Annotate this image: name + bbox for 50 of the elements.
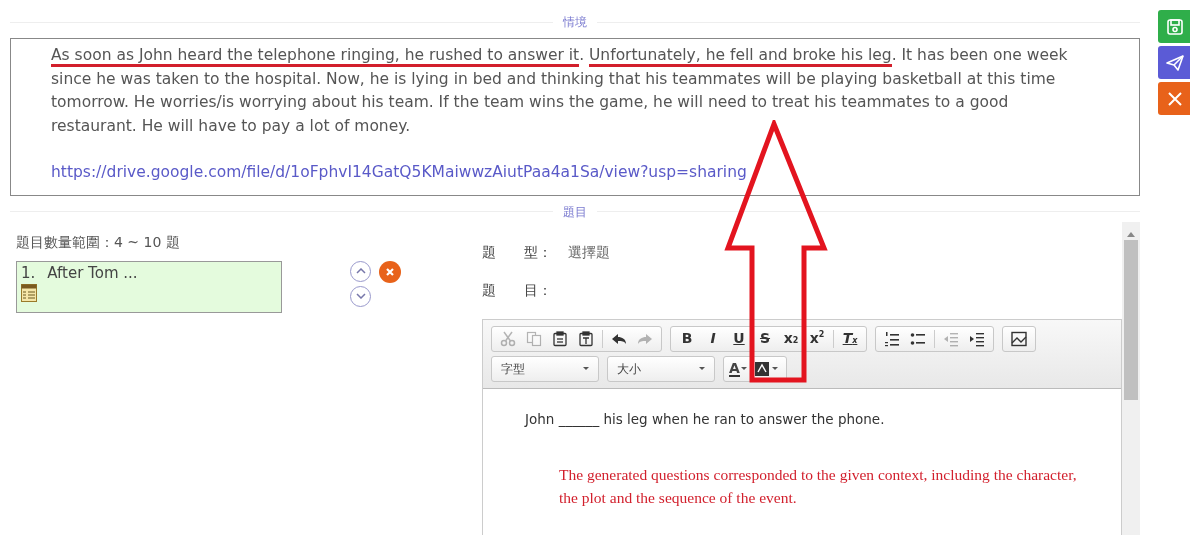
outdent-icon [943,330,959,347]
toolbar-dropdown[interactable]: 字型 [495,357,595,380]
bulleted-list-icon [910,330,926,347]
bold-button[interactable]: B [674,327,700,350]
chevron-down-icon [355,293,366,299]
question-text: John ______ his leg when he ran to answer the phone. [525,409,886,429]
question-count-range: 題目數量範圍：4 ~ 10 題 [16,232,181,252]
copy-icon [526,330,542,347]
paper-plane-icon [1166,53,1184,72]
field-label: 題 型： [482,242,553,262]
superscript-button[interactable]: x$^{2}$ [804,327,830,350]
move-down-button[interactable] [350,285,371,307]
save-icon [1166,17,1184,36]
close-icon [1166,89,1184,108]
section-heading: 題目 [562,203,588,221]
scrollbar[interactable] [1122,221,1140,535]
indent-icon [969,330,985,347]
context-paragraph: As soon as John heard the telephone ringing, he rushed to answer it. Unfortunately, he fell and broke his leg. It has been one week since he was taken to the hospital. Now, he is lying in bed and thinking that his teammates will be playing basketball at this time tomorrow. He worries/is worrying about his team. If the team wins the game, he will need to treat his teammates to a good restaurant. He will have to pay a lot of money. [51,45,1069,137]
field-label: 題 目： [482,280,553,300]
caret-icon [699,367,705,370]
close-button[interactable] [1158,82,1190,115]
toolbar-dropdown[interactable]: 大小 [611,357,711,380]
question-list-item[interactable]: 1. After Tom ... [16,260,282,313]
caret-icon [771,367,778,370]
underline-button[interactable]: U [726,327,752,350]
scroll-up-icon[interactable] [1127,231,1135,237]
table-icon [21,284,37,302]
question-type-value: 選擇題 [568,242,610,262]
clipboard-icon [552,330,568,347]
drive-link[interactable]: https://drive.google.com/file/d/1oFphvI14GatQ5KMaiwwzAiutPaa4a1Sa/view?usp=sharing [51,161,747,185]
move-up-button[interactable] [350,260,371,282]
caret-icon [583,367,589,370]
rich-text-editor[interactable] [482,318,1122,535]
numbered-list-icon [884,330,900,347]
send-button[interactable] [1158,46,1190,79]
clipboard-text-icon [578,330,594,347]
text-color-button[interactable]: A [727,357,749,380]
image-icon [1011,330,1027,347]
scissors-icon [500,330,516,347]
close-icon [385,266,395,277]
delete-button[interactable] [379,260,401,283]
caret-icon [740,367,747,370]
save-button[interactable] [1158,10,1190,43]
chevron-up-icon [355,268,366,274]
italic-button[interactable]: I [700,327,726,350]
strike-button[interactable]: S [752,327,778,350]
question-number: 1. [21,262,36,283]
question-text: After Tom ... [47,262,138,283]
section-heading: 情境 [562,14,588,31]
annotation-note: The generated questions corresponded to the given context, including the character, the plot and the sequence of the event. [559,464,1078,508]
